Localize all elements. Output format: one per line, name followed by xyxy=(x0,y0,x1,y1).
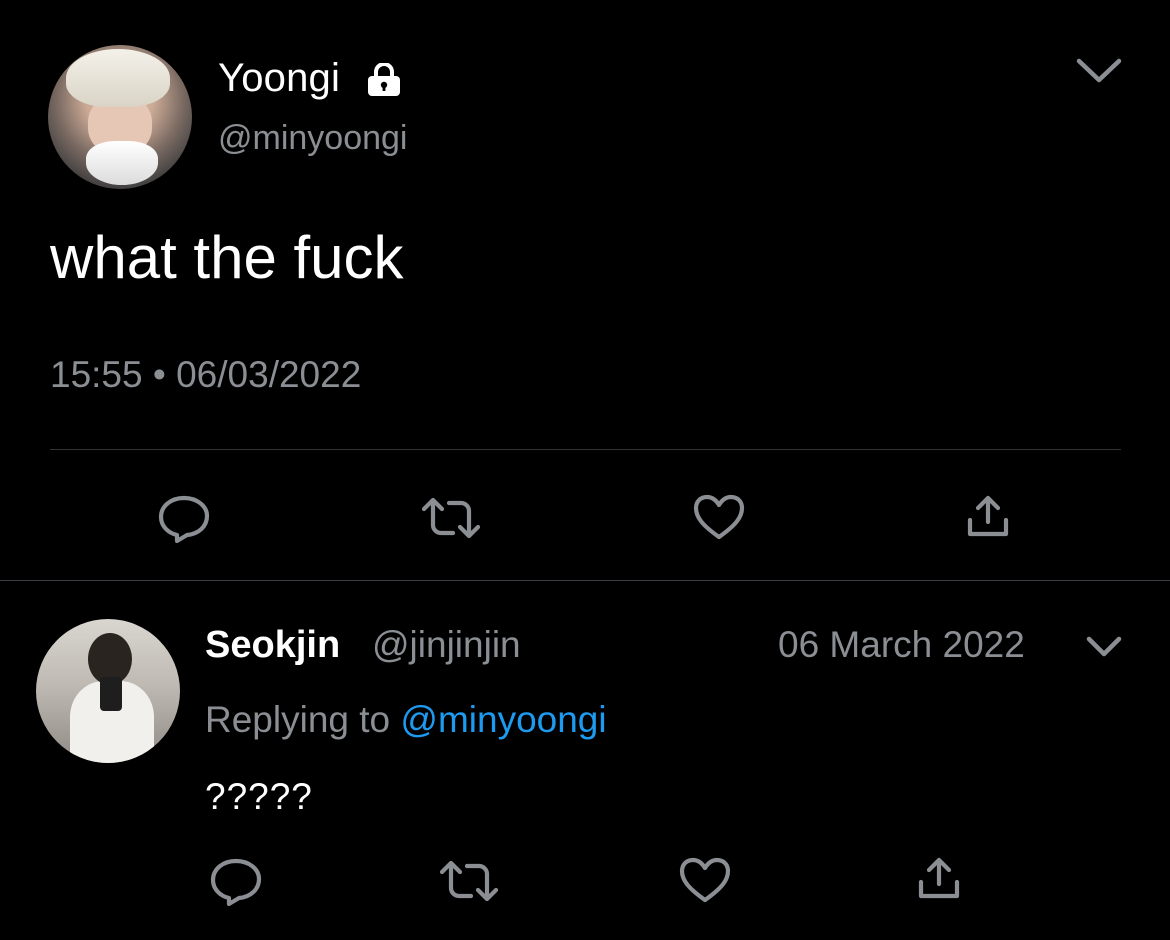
tweet-text: what the fuck xyxy=(50,224,404,291)
reply-icon[interactable] xyxy=(156,493,212,543)
reply-text: ????? xyxy=(205,776,313,817)
author-name[interactable]: Yoongi xyxy=(218,54,340,102)
share-icon[interactable] xyxy=(964,492,1012,540)
replying-mention-link[interactable]: @minyoongi xyxy=(400,699,606,740)
replying-to-line: Replying to @minyoongi xyxy=(205,697,607,743)
share-icon[interactable] xyxy=(915,854,963,902)
tweet-timestamp[interactable]: 15:55 • 06/03/2022 xyxy=(50,352,361,398)
chevron-down-icon[interactable] xyxy=(1085,635,1123,659)
retweet-icon[interactable] xyxy=(438,858,500,904)
heart-icon[interactable] xyxy=(692,493,746,541)
author-handle[interactable]: @minyoongi xyxy=(218,116,408,160)
reply-icon[interactable] xyxy=(208,856,264,906)
avatar-mask xyxy=(86,141,158,185)
chevron-down-icon[interactable] xyxy=(1075,56,1123,86)
reply-author-handle[interactable]: @jinjinjin xyxy=(372,622,521,668)
divider xyxy=(50,449,1121,450)
avatar[interactable] xyxy=(36,619,180,763)
replying-prefix: Replying to xyxy=(205,699,391,740)
avatar-phone xyxy=(100,677,122,711)
retweet-icon[interactable] xyxy=(420,495,482,541)
lock-icon xyxy=(365,62,403,97)
avatar[interactable] xyxy=(48,45,192,189)
heart-icon[interactable] xyxy=(678,856,732,904)
avatar-hair xyxy=(66,49,170,107)
divider xyxy=(0,580,1170,581)
reply-date[interactable]: 06 March 2022 xyxy=(778,622,1025,668)
reply-author-name[interactable]: Seokjin xyxy=(205,622,340,668)
